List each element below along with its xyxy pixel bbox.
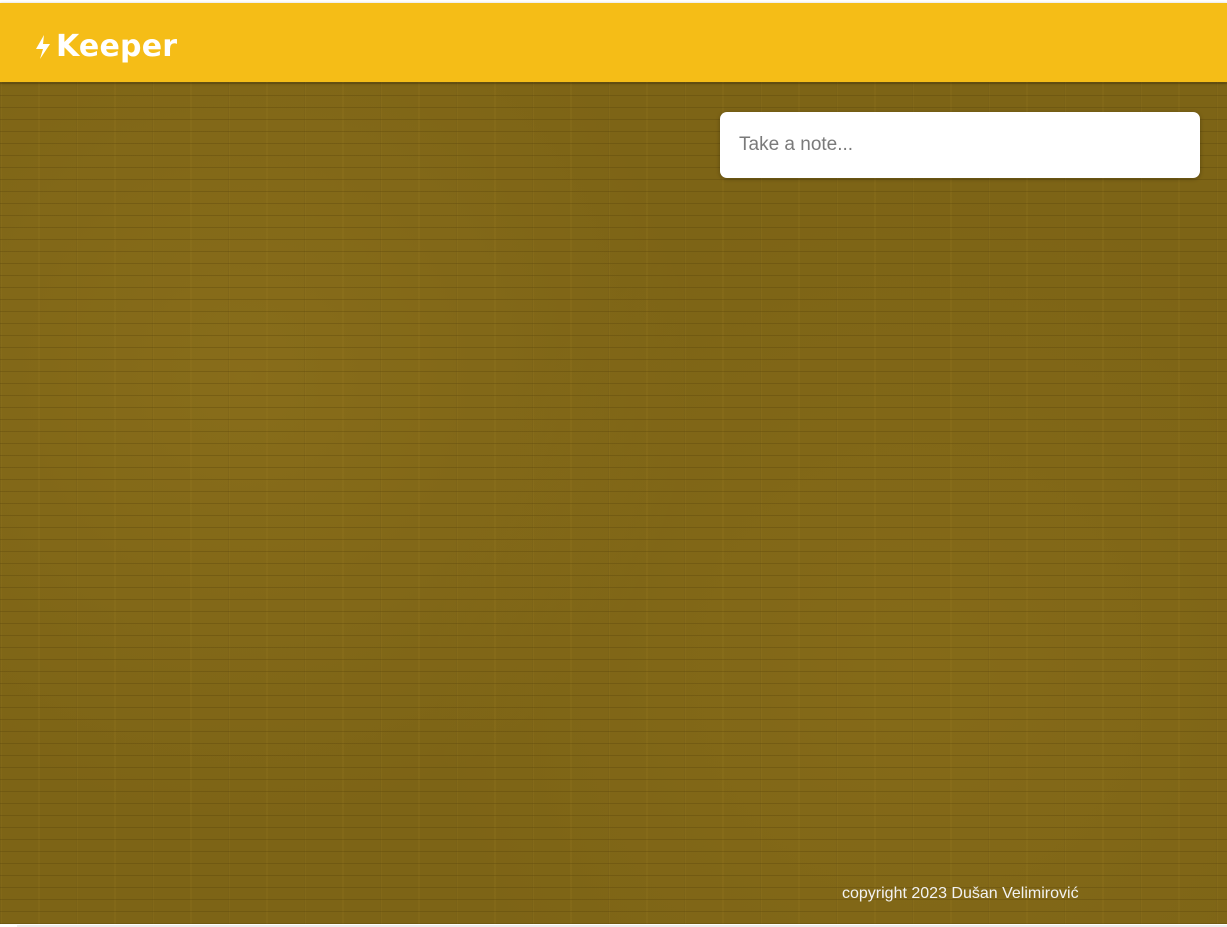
app-title: Keeper (56, 29, 178, 64)
notes-board (0, 82, 1227, 924)
app-header: Keeper (0, 3, 1227, 82)
keeper-app: Keeper copyright 2023 Dušan Velimirović (0, 0, 1227, 927)
lightning-bolt-icon (34, 34, 52, 60)
copyright-footer: copyright 2023 Dušan Velimirović (842, 885, 1079, 902)
take-note-input[interactable] (720, 112, 1200, 178)
app-logo: Keeper (34, 27, 177, 67)
